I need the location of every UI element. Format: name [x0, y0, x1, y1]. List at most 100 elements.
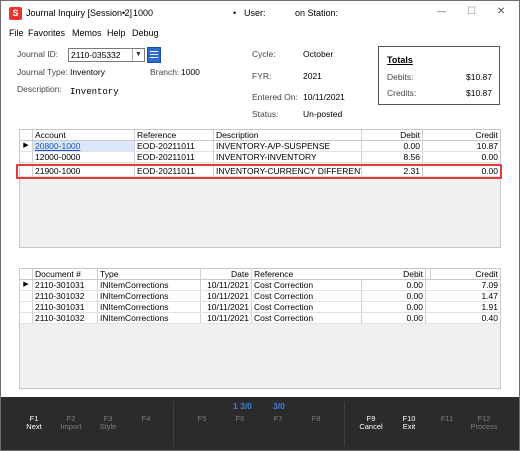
user-bullet: •	[233, 8, 237, 18]
table-row[interactable]: 2110-301032 INItemCorrections 10/11/2021…	[20, 291, 500, 302]
journal-id-combo[interactable]: 2110-035332 ▼	[68, 48, 145, 62]
cell-credit: 7.09	[481, 280, 498, 290]
col-header-document[interactable]: Document #	[33, 269, 98, 279]
entered-on-value: 10/11/2021	[303, 92, 345, 102]
cell-debit: 0.00	[362, 313, 426, 323]
f4-button[interactable]: F4	[131, 415, 161, 423]
journal-inquiry-window: S Journal Inquiry [Session 2] • 1000 • U…	[0, 0, 520, 451]
cell-credit: 0.00	[481, 152, 498, 162]
credits-label: Credits:	[387, 88, 417, 98]
cell-type: INItemCorrections	[98, 291, 201, 301]
f3-style-button[interactable]: F3 Style	[93, 415, 123, 431]
row-pointer-icon: ▶	[20, 141, 33, 151]
documents-grid: Document # Type Date Reference Debit Cre…	[19, 268, 501, 389]
table-row[interactable]: ▶ 2110-301031 INItemCorrections 10/11/20…	[20, 280, 500, 291]
cell-type: INItemCorrections	[98, 302, 201, 312]
f8-button[interactable]: F8	[301, 415, 331, 423]
menu-bar: File Favorites Memos Help Debug	[1, 27, 519, 41]
status-label: Status:	[252, 109, 279, 119]
f6-button[interactable]: F6	[225, 415, 255, 423]
cell-date: 10/11/2021	[201, 313, 252, 323]
col-header-reference[interactable]: Reference	[135, 130, 214, 140]
totals-panel: Totals Debits: $10.87 Credits: $10.87	[378, 46, 500, 105]
cell-account[interactable]: 20800-1000	[33, 141, 135, 151]
cell-credit: 1.91	[481, 302, 498, 312]
table-row[interactable]: 2110-301031 INItemCorrections 10/11/2021…	[20, 302, 500, 313]
list-lookup-button[interactable]	[147, 47, 161, 63]
title-bar: S Journal Inquiry [Session 2] • 1000 • U…	[1, 1, 519, 27]
cell-debit: 0.00	[362, 141, 423, 151]
journal-type-label: Journal Type:	[17, 67, 68, 77]
col-header-type[interactable]: Type	[98, 269, 201, 279]
close-button[interactable]: ✕	[497, 6, 505, 17]
col-header-date[interactable]: Date	[201, 269, 252, 279]
cell-account[interactable]: 12000-0000	[33, 152, 135, 162]
gl-entries-grid: Account Reference Description Debit Cred…	[19, 129, 501, 248]
col-header-debit[interactable]: Debit	[362, 269, 426, 279]
table-row[interactable]: ▶ 20800-1000 EOD-20211011 INVENTORY-A/P-…	[20, 141, 500, 152]
table-row[interactable]: 2110-301032 INItemCorrections 10/11/2021…	[20, 313, 500, 324]
f1-next-button[interactable]: F1 Next	[19, 415, 49, 431]
f11-button[interactable]: F11	[432, 415, 462, 423]
col-header-debit[interactable]: Debit	[362, 130, 423, 140]
cell-reference: EOD-20211011	[135, 141, 214, 151]
menu-memos[interactable]: Memos	[72, 28, 102, 38]
col-header-credit[interactable]: Credit	[423, 130, 500, 140]
f12-process-button[interactable]: F12 Process	[469, 415, 499, 431]
debits-total: $10.87	[466, 72, 492, 82]
branch-value: 1000	[181, 67, 200, 77]
chevron-down-icon[interactable]: ▼	[132, 49, 144, 61]
credits-total: $10.87	[466, 88, 492, 98]
f9-cancel-button[interactable]: F9 Cancel	[356, 415, 386, 431]
documents-grid-header: Document # Type Date Reference Debit Cre…	[20, 269, 500, 280]
description-label: Description:	[17, 84, 62, 94]
branch-label: Branch:	[150, 67, 180, 77]
cell-debit: 8.56	[362, 152, 423, 162]
f2-import-button[interactable]: F2 Import	[56, 415, 86, 431]
user-label: User:	[244, 8, 266, 18]
cell-date: 10/11/2021	[201, 291, 252, 301]
page-indicator-secondary: 3/0	[273, 401, 285, 411]
cell-credit: 0.40	[481, 313, 498, 323]
station-label: on Station:	[295, 8, 339, 18]
cell-reference: Cost Correction	[252, 291, 362, 301]
cell-document[interactable]: 2110-301031	[33, 280, 98, 290]
cell-document[interactable]: 2110-301032	[33, 313, 98, 323]
window-title: Journal Inquiry [Session 2]	[26, 8, 133, 18]
cell-date: 10/11/2021	[201, 280, 252, 290]
f10-exit-button[interactable]: F10 Exit	[394, 415, 424, 431]
status-value: Un-posted	[303, 109, 343, 119]
menu-debug[interactable]: Debug	[132, 28, 159, 38]
page-indicator-primary: 1 3/0	[233, 401, 252, 411]
cell-document[interactable]: 2110-301031	[33, 302, 98, 312]
table-row[interactable]: 12000-0000 EOD-20211011 INVENTORY-INVENT…	[20, 152, 500, 163]
app-logo-icon: S	[9, 7, 22, 20]
entered-on-label: Entered On:	[252, 92, 298, 102]
row-pointer-icon: ▶	[20, 280, 33, 290]
menu-favorites[interactable]: Favorites	[28, 28, 65, 38]
col-header-account[interactable]: Account	[33, 130, 135, 140]
f5-button[interactable]: F5	[187, 415, 217, 423]
cell-type: INItemCorrections	[98, 313, 201, 323]
cell-reference: EOD-20211011	[135, 152, 214, 162]
title-separator: •	[122, 8, 126, 18]
cell-reference: Cost Correction	[252, 313, 362, 323]
col-header-credit[interactable]: Credit	[426, 269, 500, 279]
menu-file[interactable]: File	[9, 28, 24, 38]
cell-reference: Cost Correction	[252, 280, 362, 290]
minimize-button[interactable]: —	[437, 6, 446, 16]
fyr-label: FYR:	[252, 71, 272, 81]
cell-debit: 0.00	[362, 280, 426, 290]
cell-type: INItemCorrections	[98, 280, 201, 290]
maximize-button[interactable]: ☐	[467, 6, 476, 17]
menu-help[interactable]: Help	[107, 28, 126, 38]
journal-id-value: 2110-035332	[71, 50, 121, 60]
cell-document[interactable]: 2110-301032	[33, 291, 98, 301]
debits-label: Debits:	[387, 72, 414, 82]
totals-title: Totals	[387, 55, 413, 65]
title-number: 1000	[133, 8, 154, 18]
col-header-description[interactable]: Description	[214, 130, 362, 140]
f7-button[interactable]: F7	[263, 415, 293, 423]
function-key-bar: 1 3/0 3/0 F1 Next F2 Import F3 Style F4 F5 …	[1, 397, 519, 450]
description-value: Inventory	[70, 87, 119, 97]
